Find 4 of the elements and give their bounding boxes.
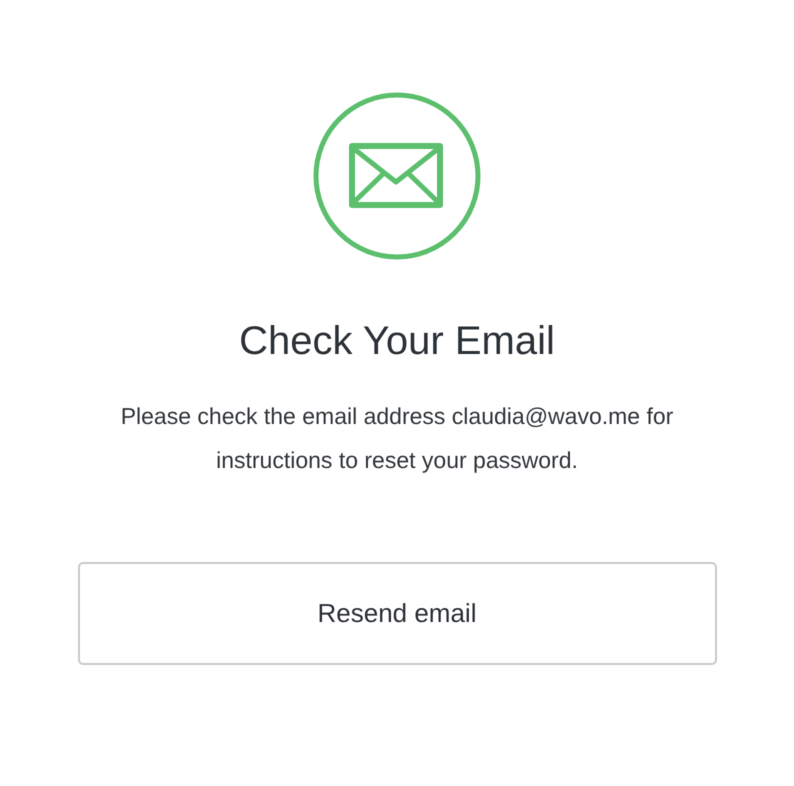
resend-email-button[interactable]: Resend email bbox=[78, 562, 716, 665]
page-title: Check Your Email bbox=[239, 318, 555, 365]
instructions-text: Please check the email address claudia@wavo.me for instructions to reset your password. bbox=[120, 402, 674, 475]
envelope-icon bbox=[313, 92, 481, 260]
